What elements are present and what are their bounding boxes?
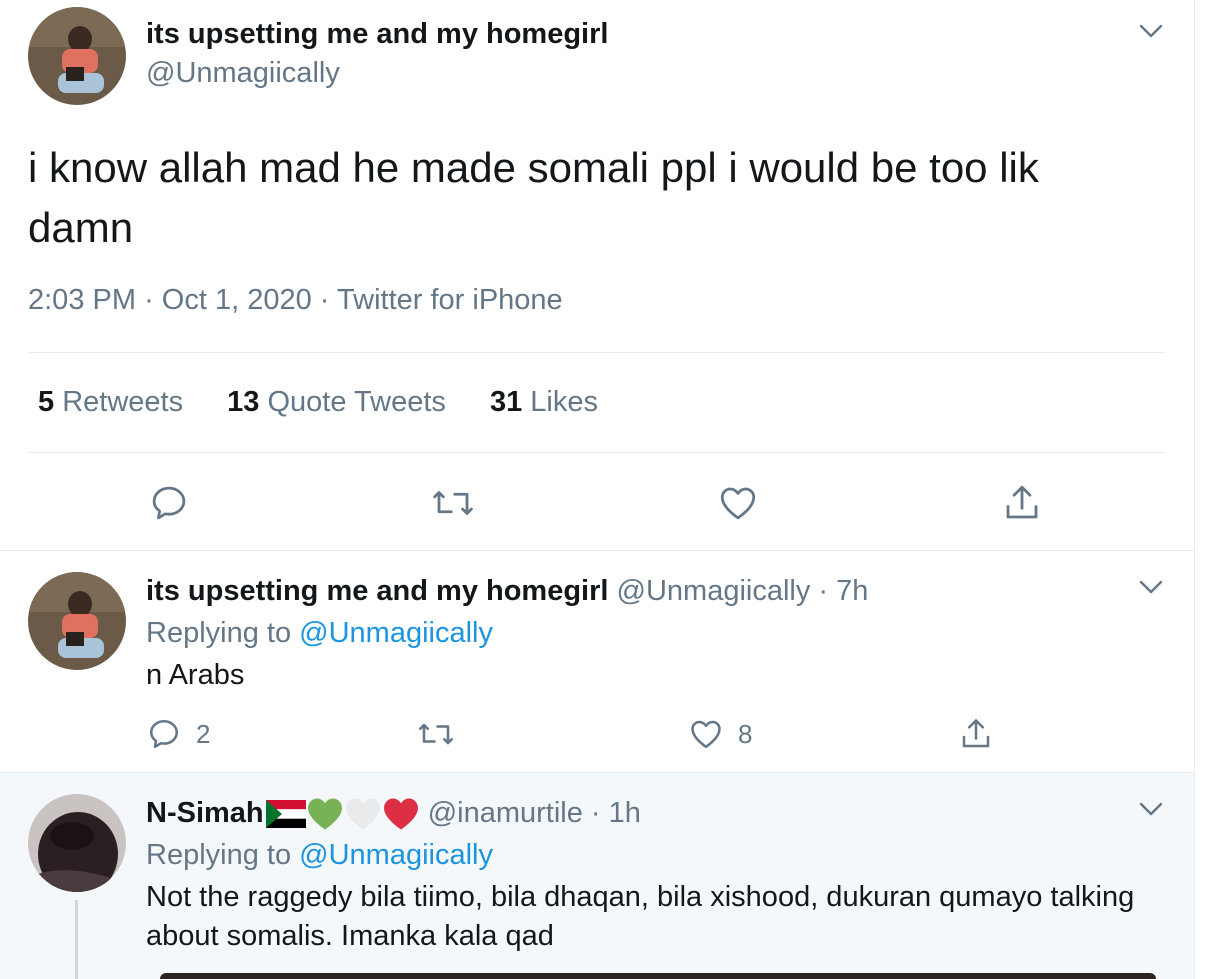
media-preview[interactable] — [160, 973, 1156, 979]
handle[interactable]: @inamurtile — [428, 797, 583, 829]
tweet-source[interactable]: Twitter for iPhone — [337, 284, 563, 316]
share-button[interactable] — [1000, 482, 1044, 524]
replying-to-link[interactable]: @Unmagiically — [299, 839, 493, 871]
tweet-text: n Arabs — [146, 659, 245, 691]
reply-count: 2 — [196, 718, 211, 749]
like-button[interactable] — [716, 482, 760, 524]
display-name[interactable]: N-Simah — [146, 797, 264, 829]
replying-to: Replying to @Unmagiically — [146, 839, 493, 872]
retweets-count: 5 — [38, 386, 55, 418]
reply-icon — [152, 486, 186, 520]
divider — [28, 452, 1165, 453]
red-heart-icon — [383, 798, 418, 830]
avatar[interactable] — [28, 794, 126, 892]
retweet-icon — [433, 491, 473, 515]
reply-button[interactable]: 2 — [146, 716, 210, 752]
tweet-meta: 2:03 PM · Oct 1, 2020 · Twitter for iPho… — [28, 284, 563, 317]
tweet-separator — [0, 550, 1194, 551]
tweet-date[interactable]: Oct 1, 2020 — [162, 284, 312, 316]
like-button[interactable]: 8 — [688, 716, 752, 752]
chevron-down-icon[interactable] — [1138, 18, 1164, 44]
reply-icon — [149, 719, 179, 749]
reply-button[interactable] — [148, 482, 190, 524]
tweet-text: i know allah mad he made somali ppl i wo… — [28, 144, 1039, 251]
replying-to-label: Replying to — [146, 617, 292, 649]
like-icon — [691, 720, 721, 749]
quote-tweets-count: 13 — [227, 386, 260, 418]
avatar[interactable] — [28, 7, 126, 105]
thread-line — [75, 900, 78, 979]
tweet-text: Not the raggedy bila tiimo, bila dhaqan,… — [146, 881, 1135, 952]
sudan-flag-icon — [265, 800, 306, 829]
retweets-label: Retweets — [62, 386, 184, 418]
like-count: 8 — [738, 718, 753, 749]
tweet-age[interactable]: · 1h — [591, 797, 641, 829]
retweets-stat[interactable]: 5 Retweets — [38, 386, 183, 419]
retweet-icon — [418, 723, 454, 745]
likes-stat[interactable]: 31 Likes — [490, 386, 598, 419]
replying-to-link[interactable]: @Unmagiically — [299, 617, 493, 649]
quote-tweets-stat[interactable]: 13 Quote Tweets — [227, 386, 446, 419]
likes-count: 31 — [489, 386, 523, 418]
likes-label: Likes — [530, 386, 598, 418]
chevron-down-icon[interactable] — [1138, 574, 1164, 600]
display-name[interactable]: its upsetting me and my homegirl — [146, 575, 608, 607]
retweet-button[interactable] — [416, 716, 456, 752]
tweet-age[interactable]: · 7h — [818, 575, 868, 607]
timeline-right-border — [1194, 0, 1195, 979]
reply-header: its upsetting me and my homegirl @Unmagi… — [146, 575, 868, 608]
share-button[interactable] — [958, 716, 994, 752]
replying-to: Replying to @Unmagiically — [146, 617, 493, 650]
like-icon — [720, 487, 756, 520]
replying-to-label: Replying to — [146, 839, 292, 871]
reply-header: N-Simah @inamurtile · 1h — [146, 797, 641, 831]
quote-tweets-label: Quote Tweets — [267, 386, 446, 418]
green-heart-icon — [307, 798, 342, 830]
share-icon — [1006, 485, 1038, 519]
tweet-stats: 5 Retweets 13 Quote Tweets 31 Likes — [38, 386, 634, 419]
chevron-down-icon[interactable] — [1138, 796, 1164, 822]
handle[interactable]: @Unmagiically — [146, 57, 340, 90]
handle[interactable]: @Unmagiically — [617, 575, 811, 607]
display-name[interactable]: its upsetting me and my homegirl — [146, 18, 608, 51]
white-heart-icon — [345, 798, 380, 830]
tweet-time[interactable]: 2:03 PM — [28, 284, 136, 316]
meta-separator: · — [144, 284, 154, 316]
share-icon — [962, 719, 990, 748]
avatar[interactable] — [28, 572, 126, 670]
retweet-button[interactable] — [430, 482, 476, 524]
meta-separator: · — [319, 284, 330, 316]
divider — [28, 352, 1165, 353]
